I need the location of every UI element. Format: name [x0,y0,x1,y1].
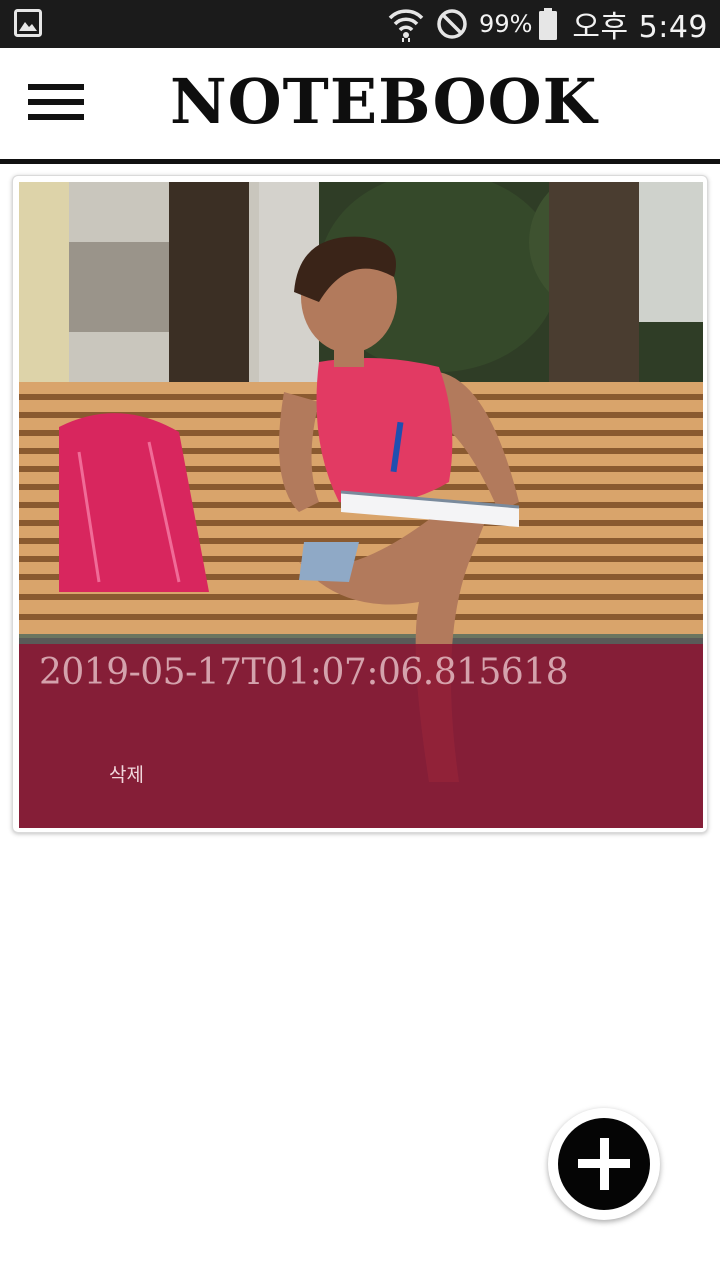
note-card[interactable]: 2019-05-17T01:07:06.815618 삭제 [12,175,708,833]
battery-icon [538,8,558,40]
status-icons: 99% 오후 5:49 [387,0,708,48]
menu-bar-top [28,84,84,90]
do-not-disturb-icon [435,7,469,41]
note-info-overlay: 2019-05-17T01:07:06.815618 삭제 [19,644,703,828]
status-time: 오후 5:49 [572,10,708,45]
app-bar: NOTEBOOK [0,48,720,164]
battery-percent: 99% [479,10,533,38]
status-bar: 99% 오후 5:49 [0,0,720,48]
delete-button[interactable]: 삭제 [93,754,160,793]
app-title: NOTEBOOK [170,65,598,138]
menu-bar-middle [28,99,84,105]
gallery-notification-icon [14,8,42,38]
hamburger-menu-icon[interactable] [20,72,92,128]
wifi-icon [387,5,425,43]
note-timestamp: 2019-05-17T01:07:06.815618 [39,652,569,693]
plus-icon [578,1138,630,1190]
add-note-button[interactable] [558,1118,650,1210]
add-note-button-ring [548,1108,660,1220]
menu-bar-bottom [28,114,84,120]
